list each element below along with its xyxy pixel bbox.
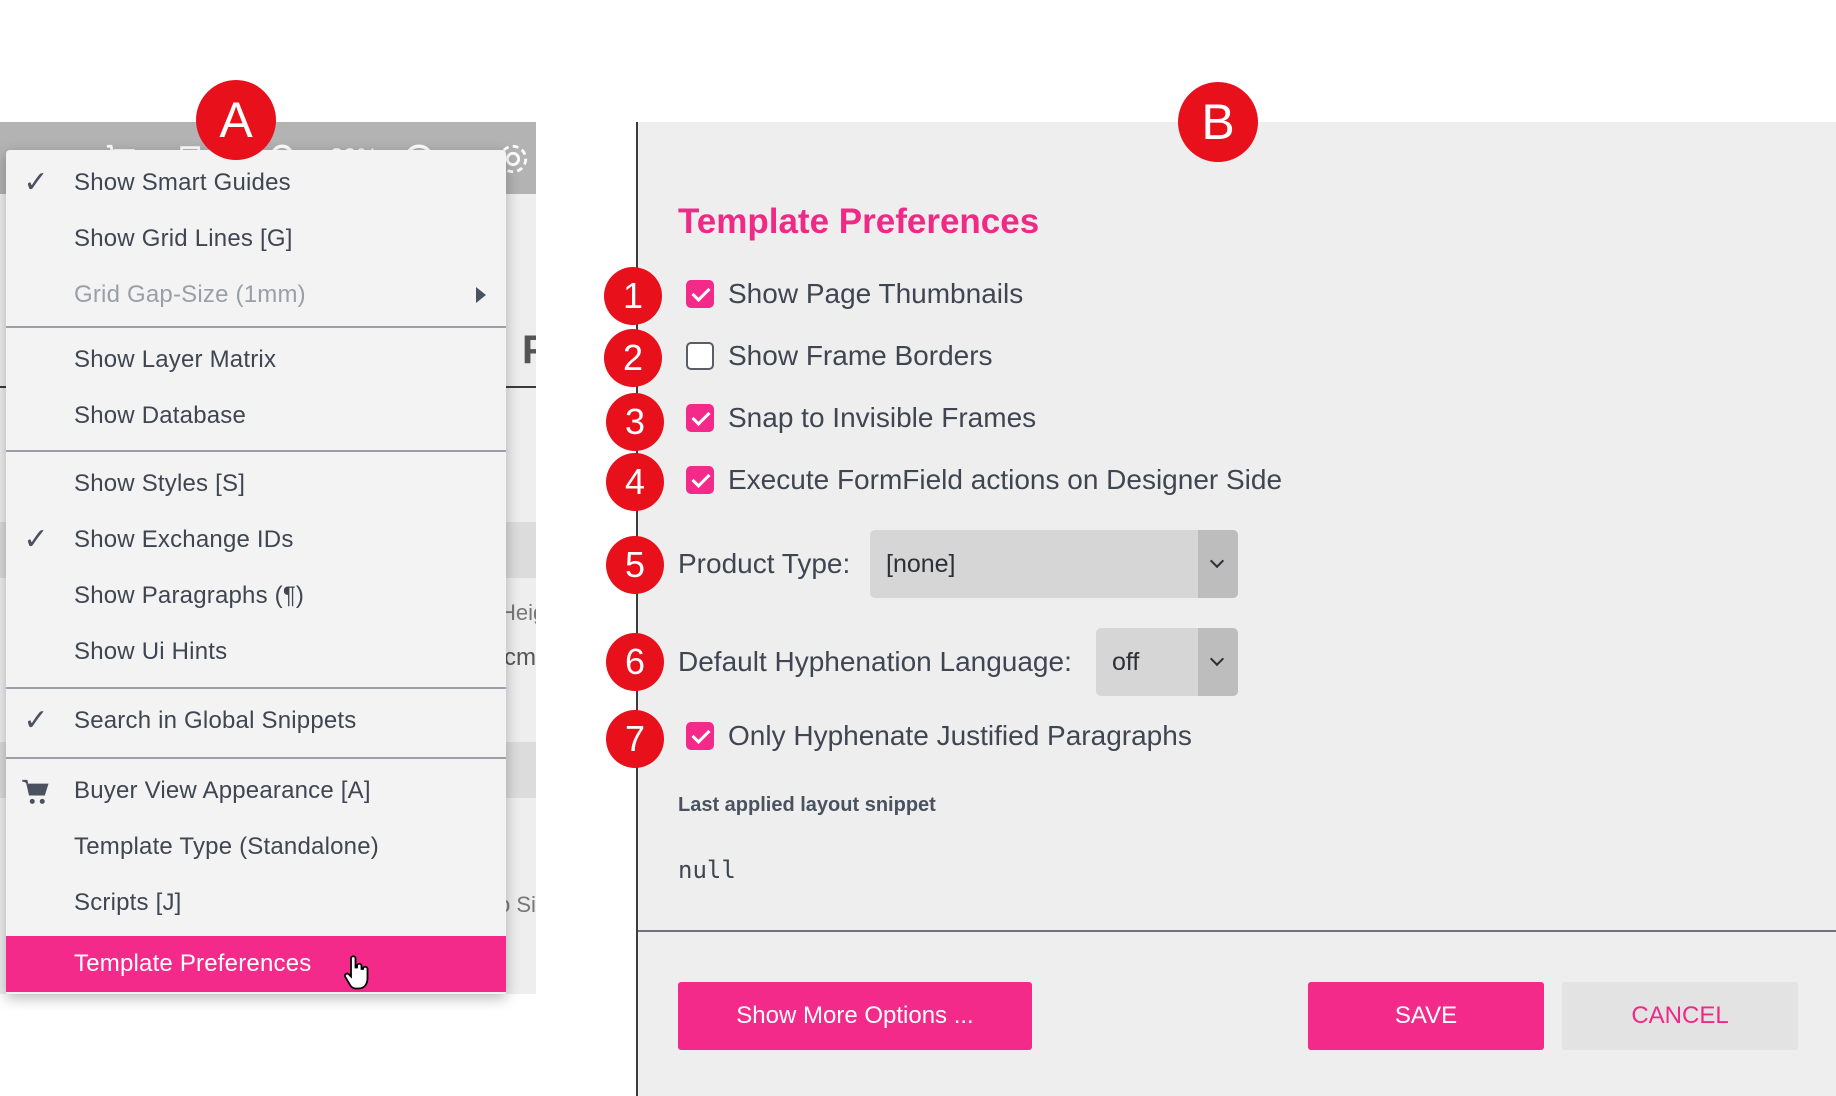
dialog-divider (638, 930, 1836, 932)
dialog-title: Template Preferences (678, 202, 1040, 241)
view-options-menu: ✓ Show Smart Guides Show Grid Lines [G] … (6, 150, 506, 994)
checkmark-icon: ✓ (23, 704, 49, 737)
snippet-value: null (678, 856, 736, 884)
checkmark-icon: ✓ (23, 523, 49, 556)
menu-item-buyer-view-appearance[interactable]: Buyer View Appearance [A] (6, 763, 506, 819)
menu-item-show-exchange-ids[interactable]: ✓ Show Exchange IDs (6, 512, 506, 568)
menu-item-show-grid-lines[interactable]: Show Grid Lines [G] (6, 211, 506, 267)
callout-marker-1: 1 (604, 267, 662, 325)
template-preferences-dialog: Template Preferences Show Page Thumbnail… (636, 122, 1836, 1096)
product-type-label: Product Type: (678, 548, 851, 579)
callout-marker-4: 4 (606, 453, 664, 511)
callout-marker-7: 7 (606, 710, 664, 768)
show-more-options-button[interactable]: Show More Options ... (678, 982, 1032, 1050)
checkbox-checked[interactable] (686, 404, 714, 432)
callout-marker-2: 2 (604, 329, 662, 387)
save-button[interactable]: SAVE (1308, 982, 1544, 1050)
checkbox-unchecked[interactable] (686, 342, 714, 370)
menu-item-show-smart-guides[interactable]: ✓ Show Smart Guides (6, 155, 506, 211)
hand-cursor-icon (342, 954, 372, 994)
menu-item-template-preferences[interactable]: Template Preferences (6, 936, 506, 992)
checkbox-checked[interactable] (686, 280, 714, 308)
background-fragment: P (522, 328, 536, 372)
menu-separator (6, 450, 506, 452)
hyphenation-language-select[interactable]: off (1096, 628, 1238, 696)
background-fragment: cm (504, 644, 536, 671)
callout-marker-6: 6 (606, 633, 664, 691)
submenu-arrow-icon (476, 287, 486, 303)
menu-item-template-type[interactable]: Template Type (Standalone) (6, 819, 506, 875)
callout-marker-a: A (196, 80, 276, 160)
callout-marker-5: 5 (606, 536, 664, 594)
chevron-down-icon[interactable] (1198, 530, 1238, 598)
menu-separator (6, 687, 506, 689)
checkbox-checked[interactable] (686, 722, 714, 750)
menu-separator (6, 757, 506, 759)
menu-item-grid-gap-size: Grid Gap-Size (1mm) (6, 267, 506, 323)
chevron-down-icon[interactable] (1198, 628, 1238, 696)
menu-item-show-ui-hints[interactable]: Show Ui Hints (6, 624, 506, 680)
product-type-select[interactable]: [none] (870, 530, 1238, 598)
checkbox-checked[interactable] (686, 466, 714, 494)
menu-item-search-global-snippets[interactable]: ✓ Search in Global Snippets (6, 693, 506, 749)
menu-item-show-database[interactable]: Show Database (6, 388, 506, 444)
hyphenation-language-label: Default Hyphenation Language: (678, 646, 1072, 677)
snippet-label: Last applied layout snippet (678, 794, 936, 816)
menu-item-show-paragraphs[interactable]: Show Paragraphs (¶) (6, 568, 506, 624)
menu-item-scripts[interactable]: Scripts [J] (6, 875, 506, 931)
cancel-button[interactable]: CANCEL (1562, 982, 1798, 1050)
menu-item-show-layer-matrix[interactable]: Show Layer Matrix (6, 332, 506, 388)
menu-separator (6, 326, 506, 328)
menu-item-show-styles[interactable]: Show Styles [S] (6, 456, 506, 512)
callout-marker-3: 3 (606, 393, 664, 451)
callout-marker-b: B (1178, 82, 1258, 162)
checkmark-icon: ✓ (23, 166, 49, 199)
cart-icon (16, 763, 56, 819)
